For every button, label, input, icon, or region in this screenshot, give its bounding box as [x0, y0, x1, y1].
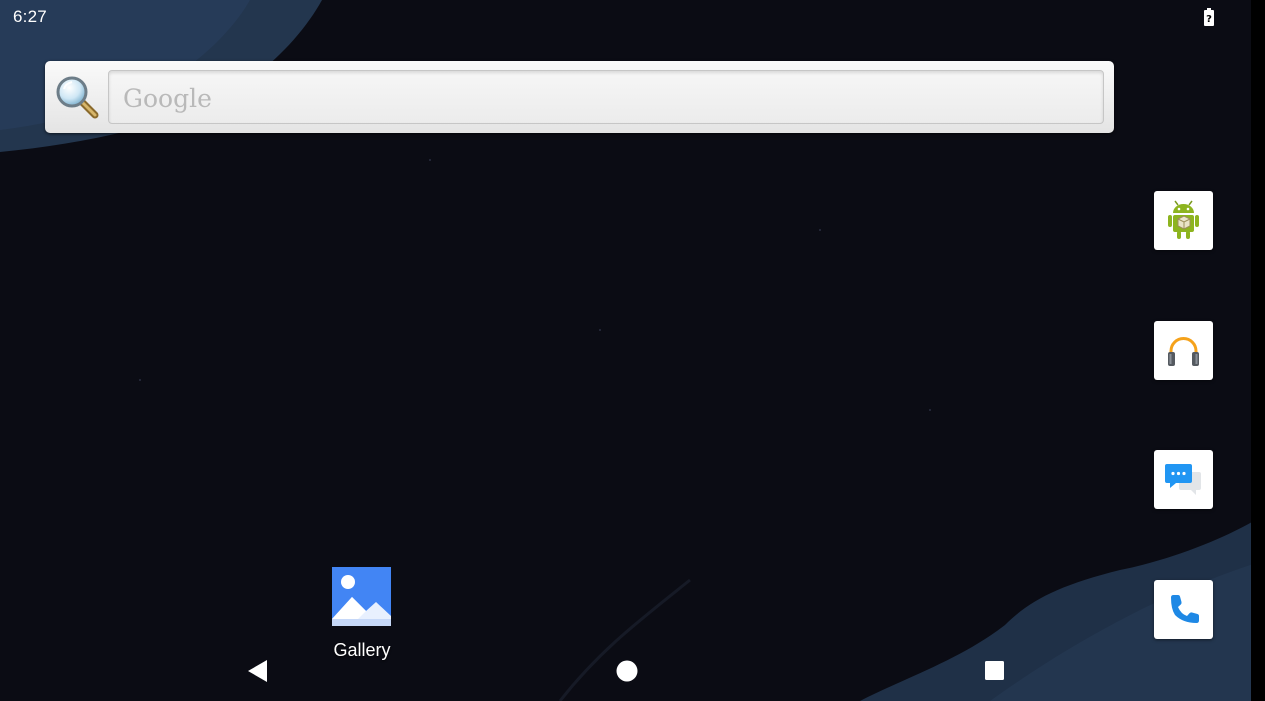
recents-button[interactable] — [982, 658, 1008, 684]
search-placeholder: Google — [123, 84, 212, 113]
messaging-app-shortcut[interactable] — [1154, 450, 1213, 509]
search-input[interactable]: Google — [108, 70, 1104, 124]
status-bar: 6:27 ? — [0, 0, 1265, 34]
gallery-app-shortcut[interactable]: Gallery — [318, 565, 406, 665]
gallery-label: Gallery — [333, 640, 391, 660]
clock: 6:27 — [13, 7, 47, 26]
music-app-shortcut[interactable] — [1154, 321, 1213, 380]
home-circle-icon — [616, 660, 638, 682]
phone-app-shortcut[interactable] — [1154, 580, 1213, 639]
svg-text:?: ? — [1206, 14, 1212, 25]
home-button[interactable] — [614, 658, 640, 684]
search-icon[interactable] — [53, 73, 101, 121]
screen-edge — [1251, 0, 1265, 701]
back-button[interactable] — [245, 658, 271, 684]
back-triangle-icon — [248, 660, 267, 682]
android-robot-icon — [1168, 200, 1199, 239]
headphones-icon — [1168, 337, 1199, 366]
phone-handset-icon — [1171, 595, 1199, 623]
battery-unknown-icon: ? — [1203, 8, 1215, 26]
home-screen: 6:27 ? Google Gallery — [0, 0, 1265, 701]
api-demos-app-shortcut[interactable] — [1154, 191, 1213, 250]
gallery-picture-icon — [332, 567, 391, 626]
chat-bubbles-icon — [1165, 464, 1201, 495]
recents-square-icon — [985, 661, 1004, 680]
google-search-widget[interactable]: Google — [45, 61, 1114, 133]
